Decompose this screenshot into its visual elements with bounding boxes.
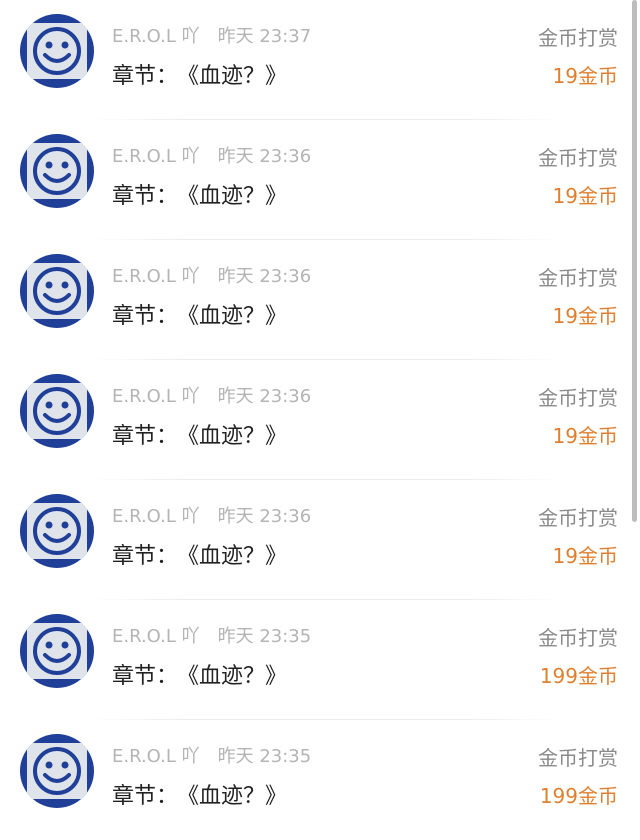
reward-amount: 19金币 bbox=[552, 304, 618, 328]
reward-amount: 19金币 bbox=[552, 64, 618, 88]
timestamp: 昨天 23:35 bbox=[217, 626, 312, 647]
chapter-line: 章节： 《血迹？》 bbox=[112, 298, 287, 330]
list-item[interactable]: E.R.O.L 吖昨天 23:36 章节： 《血迹？》 金币打赏 19金币 bbox=[0, 240, 630, 360]
reward-amount: 19金币 bbox=[552, 184, 618, 208]
username[interactable]: E.R.O.L 吖 bbox=[112, 266, 200, 287]
chapter-line: 章节： 《血迹？》 bbox=[112, 58, 287, 90]
smiley-face-icon bbox=[33, 387, 81, 435]
smiley-face-icon bbox=[33, 147, 81, 195]
avatar[interactable] bbox=[20, 14, 94, 88]
username[interactable]: E.R.O.L 吖 bbox=[112, 626, 200, 647]
meta-line: E.R.O.L 吖昨天 23:37 bbox=[112, 22, 311, 48]
reward-amount: 19金币 bbox=[552, 544, 618, 568]
reward-type: 金币打赏 bbox=[538, 266, 618, 290]
chapter-title[interactable]: 《血迹？》 bbox=[188, 784, 287, 809]
meta-line: E.R.O.L 吖昨天 23:36 bbox=[112, 382, 311, 408]
chapter-label: 章节： bbox=[112, 184, 179, 209]
timestamp: 昨天 23:35 bbox=[217, 746, 312, 767]
avatar[interactable] bbox=[20, 254, 94, 328]
chapter-title[interactable]: 《血迹？》 bbox=[188, 304, 287, 329]
username[interactable]: E.R.O.L 吖 bbox=[112, 26, 200, 47]
reward-type: 金币打赏 bbox=[538, 626, 618, 650]
reward-type: 金币打赏 bbox=[538, 746, 618, 770]
timestamp: 昨天 23:36 bbox=[217, 266, 312, 287]
list-item[interactable]: E.R.O.L 吖昨天 23:37 章节： 《血迹？》 金币打赏 19金币 bbox=[0, 0, 630, 120]
chapter-title[interactable]: 《血迹？》 bbox=[188, 64, 287, 89]
chapter-label: 章节： bbox=[112, 544, 179, 569]
chapter-label: 章节： bbox=[112, 664, 179, 689]
scrollbar[interactable] bbox=[632, 0, 637, 522]
chapter-line: 章节： 《血迹？》 bbox=[112, 538, 287, 570]
username[interactable]: E.R.O.L 吖 bbox=[112, 386, 200, 407]
username[interactable]: E.R.O.L 吖 bbox=[112, 146, 200, 167]
meta-line: E.R.O.L 吖昨天 23:35 bbox=[112, 622, 311, 648]
timestamp: 昨天 23:36 bbox=[217, 506, 312, 527]
chapter-line: 章节： 《血迹？》 bbox=[112, 418, 287, 450]
chapter-title[interactable]: 《血迹？》 bbox=[188, 424, 287, 449]
meta-line: E.R.O.L 吖昨天 23:35 bbox=[112, 742, 311, 768]
avatar[interactable] bbox=[20, 494, 94, 568]
avatar[interactable] bbox=[20, 374, 94, 448]
chapter-title[interactable]: 《血迹？》 bbox=[188, 184, 287, 209]
smiley-face-icon bbox=[33, 747, 81, 795]
chapter-line: 章节： 《血迹？》 bbox=[112, 658, 287, 690]
list-item[interactable]: E.R.O.L 吖昨天 23:36 章节： 《血迹？》 金币打赏 19金币 bbox=[0, 120, 630, 240]
avatar[interactable] bbox=[20, 134, 94, 208]
reward-type: 金币打赏 bbox=[538, 26, 618, 50]
smiley-face-icon bbox=[33, 507, 81, 555]
chapter-line: 章节： 《血迹？》 bbox=[112, 178, 287, 210]
timestamp: 昨天 23:36 bbox=[217, 386, 312, 407]
reward-type: 金币打赏 bbox=[538, 146, 618, 170]
chapter-label: 章节： bbox=[112, 784, 179, 809]
reward-list: E.R.O.L 吖昨天 23:37 章节： 《血迹？》 金币打赏 19金币 E.R… bbox=[0, 0, 640, 818]
avatar[interactable] bbox=[20, 734, 94, 808]
timestamp: 昨天 23:36 bbox=[217, 146, 312, 167]
chapter-label: 章节： bbox=[112, 64, 179, 89]
list-item[interactable]: E.R.O.L 吖昨天 23:36 章节： 《血迹？》 金币打赏 19金币 bbox=[0, 480, 630, 600]
chapter-title[interactable]: 《血迹？》 bbox=[188, 544, 287, 569]
chapter-label: 章节： bbox=[112, 424, 179, 449]
list-item[interactable]: E.R.O.L 吖昨天 23:36 章节： 《血迹？》 金币打赏 19金币 bbox=[0, 360, 630, 480]
timestamp: 昨天 23:37 bbox=[217, 26, 312, 47]
chapter-line: 章节： 《血迹？》 bbox=[112, 778, 287, 810]
list-item[interactable]: E.R.O.L 吖昨天 23:35 章节： 《血迹？》 金币打赏 199金币 bbox=[0, 720, 630, 840]
reward-type: 金币打赏 bbox=[538, 506, 618, 530]
reward-amount: 19金币 bbox=[552, 424, 618, 448]
meta-line: E.R.O.L 吖昨天 23:36 bbox=[112, 262, 311, 288]
list-item[interactable]: E.R.O.L 吖昨天 23:35 章节： 《血迹？》 金币打赏 199金币 bbox=[0, 600, 630, 720]
reward-amount: 199金币 bbox=[539, 784, 618, 808]
username[interactable]: E.R.O.L 吖 bbox=[112, 506, 200, 527]
meta-line: E.R.O.L 吖昨天 23:36 bbox=[112, 502, 311, 528]
chapter-label: 章节： bbox=[112, 304, 179, 329]
avatar[interactable] bbox=[20, 614, 94, 688]
smiley-face-icon bbox=[33, 27, 81, 75]
smiley-face-icon bbox=[33, 627, 81, 675]
reward-type: 金币打赏 bbox=[538, 386, 618, 410]
meta-line: E.R.O.L 吖昨天 23:36 bbox=[112, 142, 311, 168]
reward-amount: 199金币 bbox=[539, 664, 618, 688]
smiley-face-icon bbox=[33, 267, 81, 315]
username[interactable]: E.R.O.L 吖 bbox=[112, 746, 200, 767]
chapter-title[interactable]: 《血迹？》 bbox=[188, 664, 287, 689]
